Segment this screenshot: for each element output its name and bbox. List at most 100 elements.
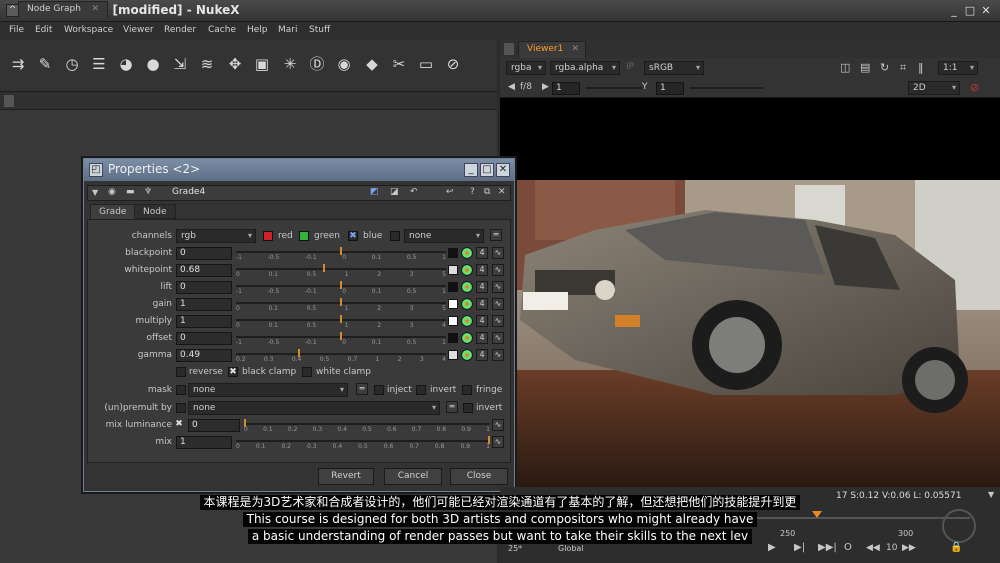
furnace-tool-icon[interactable]: ▭ (416, 54, 436, 74)
draw-tool-icon[interactable]: ✎ (35, 54, 55, 74)
menu-workspace[interactable]: Workspace (64, 25, 113, 35)
unpremult-select[interactable]: none (188, 401, 440, 415)
fstop-prev-icon[interactable]: ◀ (508, 82, 515, 92)
keyer-tool-icon[interactable]: ⇲ (170, 54, 190, 74)
tab-node[interactable]: Node (134, 204, 176, 219)
mix-field[interactable]: 1 (176, 436, 232, 449)
gain-slider[interactable] (586, 87, 642, 89)
pause-icon[interactable]: ‖ (918, 61, 924, 74)
view-mode-dropdown[interactable]: 2D (908, 81, 960, 95)
unpremult-link-icon[interactable]: ═ (446, 401, 458, 413)
close-tab-icon[interactable]: ✕ (91, 4, 99, 14)
undo-icon[interactable]: ↶ (410, 187, 418, 197)
channel-split-button[interactable]: 4 (476, 281, 488, 293)
knob-value-field[interactable]: 1 (176, 315, 232, 328)
mask-invert-checkbox[interactable] (416, 385, 426, 395)
knob-value-field[interactable]: 0 (176, 247, 232, 260)
mix-slider[interactable]: 0 0.1 0.2 0.3 0.4 0.5 0.6 0.7 0.8 0.9 1 (236, 436, 490, 450)
menu-file[interactable]: File (9, 25, 24, 35)
alpha-channel-toggle[interactable] (390, 231, 400, 241)
wipe-icon[interactable]: ◫ (840, 61, 850, 74)
color-swatch[interactable] (448, 350, 458, 360)
readout-menu-icon[interactable]: ▼ (988, 490, 994, 499)
jog-dial[interactable] (942, 509, 976, 543)
roi-icon[interactable]: ⌗ (900, 61, 906, 75)
knob-slider[interactable]: 0 0.1 0.5 1 2 3 5 (236, 264, 446, 278)
color-swatch[interactable] (448, 299, 458, 309)
fringe-checkbox[interactable] (462, 385, 472, 395)
minimize-icon[interactable]: _ (948, 5, 960, 17)
global-range-select[interactable]: Global (558, 544, 584, 553)
mix-luminance-checkbox[interactable]: ✖ (174, 420, 184, 430)
maximize-icon[interactable]: □ (964, 5, 976, 17)
metadata-tool-icon[interactable]: ◆ (362, 54, 382, 74)
menu-mari[interactable]: Mari (278, 25, 297, 35)
properties-close-icon[interactable]: ✕ (496, 163, 510, 177)
fstop-next-icon[interactable]: ▶ (542, 82, 549, 92)
color-swatch[interactable] (448, 265, 458, 275)
mix-luminance-field[interactable]: 0 (188, 419, 240, 432)
color-wheel-icon[interactable] (461, 332, 473, 344)
image-tool-icon[interactable]: ⇉ (8, 54, 28, 74)
white-clamp-checkbox[interactable] (302, 367, 312, 377)
inject-checkbox[interactable] (374, 385, 384, 395)
menu-viewer[interactable]: Viewer (123, 25, 154, 35)
knob-slider[interactable]: 0 0.1 0.5 1 2 3 4 (236, 315, 446, 329)
tab-grade[interactable]: Grade (90, 204, 136, 219)
fps-label[interactable]: 25* (508, 544, 522, 553)
channel-split-button[interactable]: 4 (476, 264, 488, 276)
node-tile-icon[interactable]: ◪ (390, 187, 399, 197)
green-channel-toggle[interactable] (299, 231, 309, 241)
other-tool-icon[interactable]: ✂ (389, 54, 409, 74)
node-color-icon[interactable]: ▬ (126, 187, 135, 197)
float-panel-icon[interactable]: ♆ (144, 187, 152, 197)
channel-split-button[interactable]: 4 (476, 349, 488, 361)
close-button[interactable]: Close (450, 468, 508, 485)
gamma-slider[interactable] (690, 87, 764, 89)
extra-channel-select[interactable]: none (404, 229, 484, 243)
curve-editor-icon[interactable]: ∿ (492, 264, 504, 276)
channels-select[interactable]: rgb (176, 229, 256, 243)
ofx-tool-icon[interactable]: ⊘ (443, 54, 463, 74)
blue-channel-toggle[interactable]: ✖ (348, 231, 358, 241)
revert-icon[interactable]: ↩ (446, 187, 454, 197)
viewer-pane-menu-icon[interactable] (504, 43, 514, 55)
red-channel-toggle[interactable] (263, 231, 273, 241)
channel-link-icon[interactable]: ═ (490, 229, 502, 241)
knob-value-field[interactable]: 0.68 (176, 264, 232, 277)
channel-split-button[interactable]: 4 (476, 315, 488, 327)
merge-tool-icon[interactable]: ≋ (197, 54, 217, 74)
color-wheel-icon[interactable] (461, 281, 473, 293)
properties-titlebar[interactable]: ◰ Properties <2> _ □ ✕ (84, 159, 514, 181)
3d-tool-icon[interactable]: ▣ (252, 54, 272, 74)
knob-value-field[interactable]: 0 (176, 332, 232, 345)
tab-node-graph[interactable]: Node Graph ✕ (18, 1, 108, 18)
views-tool-icon[interactable]: ◉ (334, 54, 354, 74)
center-node-icon[interactable]: ◉ (108, 187, 116, 197)
curve-editor-icon[interactable]: ∿ (492, 349, 504, 361)
menu-render[interactable]: Render (164, 25, 196, 35)
gain-field[interactable]: 1 (552, 82, 580, 95)
cancel-button[interactable]: Cancel (384, 468, 442, 485)
knob-slider[interactable]: -1 -0.5 -0.1 0 0.1 0.5 1 (236, 247, 446, 261)
node-close-icon[interactable]: ✕ (498, 187, 506, 197)
tab-viewer1[interactable]: Viewer1 ✕ (518, 41, 586, 58)
properties-window[interactable]: ◰ Properties <2> _ □ ✕ ▼ ◉ ▬ ♆ Grade4 ◩ … (83, 158, 515, 492)
node-name[interactable]: Grade4 (172, 187, 205, 197)
skip-back-button[interactable]: ◀◀ (866, 543, 880, 553)
deep-tool-icon[interactable]: Ⓓ (307, 54, 327, 74)
increment-field[interactable]: 10 (886, 543, 897, 553)
menu-stuff[interactable]: Stuff (309, 25, 330, 35)
knob-slider[interactable]: 0.2 0.3 0.4 0.5 0.7 1 2 3 4 (236, 349, 446, 363)
mask-checkbox[interactable] (176, 385, 186, 395)
properties-minimize-icon[interactable]: _ (464, 163, 478, 177)
knob-value-field[interactable]: 0 (176, 281, 232, 294)
ip-toggle[interactable]: IP (626, 62, 634, 72)
curve-editor-icon[interactable]: ∿ (492, 247, 504, 259)
color-swatch[interactable] (448, 333, 458, 343)
color-wheel-icon[interactable] (461, 298, 473, 310)
transform-tool-icon[interactable]: ✥ (225, 54, 245, 74)
alpha-dropdown[interactable]: rgba.alpha (550, 61, 620, 75)
knob-slider[interactable]: 0 0.1 0.5 1 2 3 5 (236, 298, 446, 312)
particles-tool-icon[interactable]: ✳ (280, 54, 300, 74)
